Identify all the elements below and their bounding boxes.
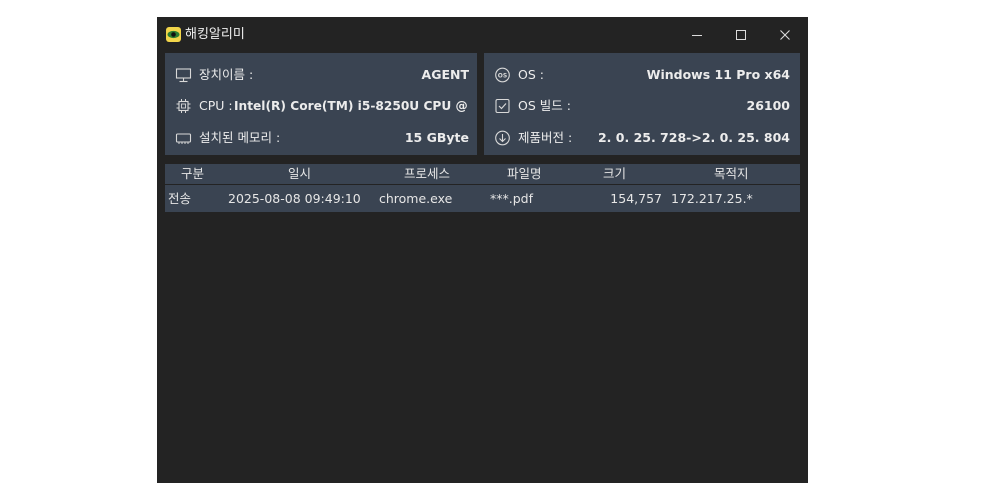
cpu-label: CPU : <box>199 98 233 113</box>
checkbox-icon <box>495 98 510 114</box>
minimize-button[interactable] <box>687 25 707 45</box>
os-build-label: OS 빌드 : <box>518 98 571 113</box>
window-title: 해킹알리미 <box>185 27 245 42</box>
table-header: 구분 일시 프로세스 파일명 크기 목적지 <box>165 164 800 184</box>
column-header-datetime[interactable]: 일시 <box>288 164 311 184</box>
os-label: OS : <box>518 67 544 82</box>
cell-type: 전송 <box>168 191 192 206</box>
memory-label: 설치된 메모리 : <box>199 130 281 145</box>
column-header-filename[interactable]: 파일명 <box>507 164 542 184</box>
device-name-row: 장치이름 : AGENT <box>165 64 477 86</box>
column-header-process[interactable]: 프로세스 <box>404 164 450 184</box>
cpu-icon <box>176 99 191 113</box>
title-bar[interactable]: 해킹알리미 <box>157 17 808 53</box>
os-value: Windows 11 Pro x64 <box>646 67 790 82</box>
product-version-label: 제품버전 : <box>518 130 573 145</box>
close-button[interactable] <box>775 25 795 45</box>
svg-text:OS: OS <box>498 72 507 79</box>
maximize-button[interactable] <box>731 25 751 45</box>
os-build-row: OS 빌드 : 26100 <box>484 95 800 117</box>
device-name-label: 장치이름 : <box>199 67 254 82</box>
cpu-value: Intel(R) Core(TM) i5-8250U CPU @ <box>234 99 468 113</box>
download-icon <box>495 130 510 146</box>
monitor-icon <box>175 68 192 83</box>
cpu-row: CPU : Intel(R) Core(TM) i5-8250U CPU @ <box>165 95 477 117</box>
cell-size: 154,757 <box>610 191 662 206</box>
table-row[interactable]: 전송 2025-08-08 09:49:10 chrome.exe ***.pd… <box>165 185 800 212</box>
os-build-value: 26100 <box>746 98 791 113</box>
product-version-row: 제품버전 : 2. 0. 25. 728->2. 0. 25. 804 <box>484 127 800 149</box>
os-icon: OS <box>495 67 510 83</box>
cell-filename: ***.pdf <box>490 191 533 206</box>
device-info-panel: 장치이름 : AGENT CPU : Intel(R) Core(TM) i5-… <box>165 53 477 155</box>
column-header-destination[interactable]: 목적지 <box>714 164 749 184</box>
memory-row: 설치된 메모리 : 15 GByte <box>165 127 477 149</box>
memory-value: 15 GByte <box>404 130 469 145</box>
column-header-type[interactable]: 구분 <box>181 164 204 184</box>
os-row: OS OS : Windows 11 Pro x64 <box>484 64 800 86</box>
column-header-size[interactable]: 크기 <box>603 164 626 184</box>
device-name-value: AGENT <box>421 67 469 82</box>
memory-icon <box>175 133 192 144</box>
cell-datetime: 2025-08-08 09:49:10 <box>228 191 361 206</box>
cell-process: chrome.exe <box>379 191 453 206</box>
product-version-value: 2. 0. 25. 728->2. 0. 25. 804 <box>597 130 790 145</box>
app-window: 해킹알리미 장치이름 : AGENT CPU: Intel(R) Core(T… <box>157 17 808 483</box>
system-info-panel: OS OS : Windows 11 Pro x64 OS 빌드 : 26100… <box>484 53 800 155</box>
eye-icon <box>166 27 181 42</box>
cell-destination: 172.217.25.* <box>671 191 753 206</box>
